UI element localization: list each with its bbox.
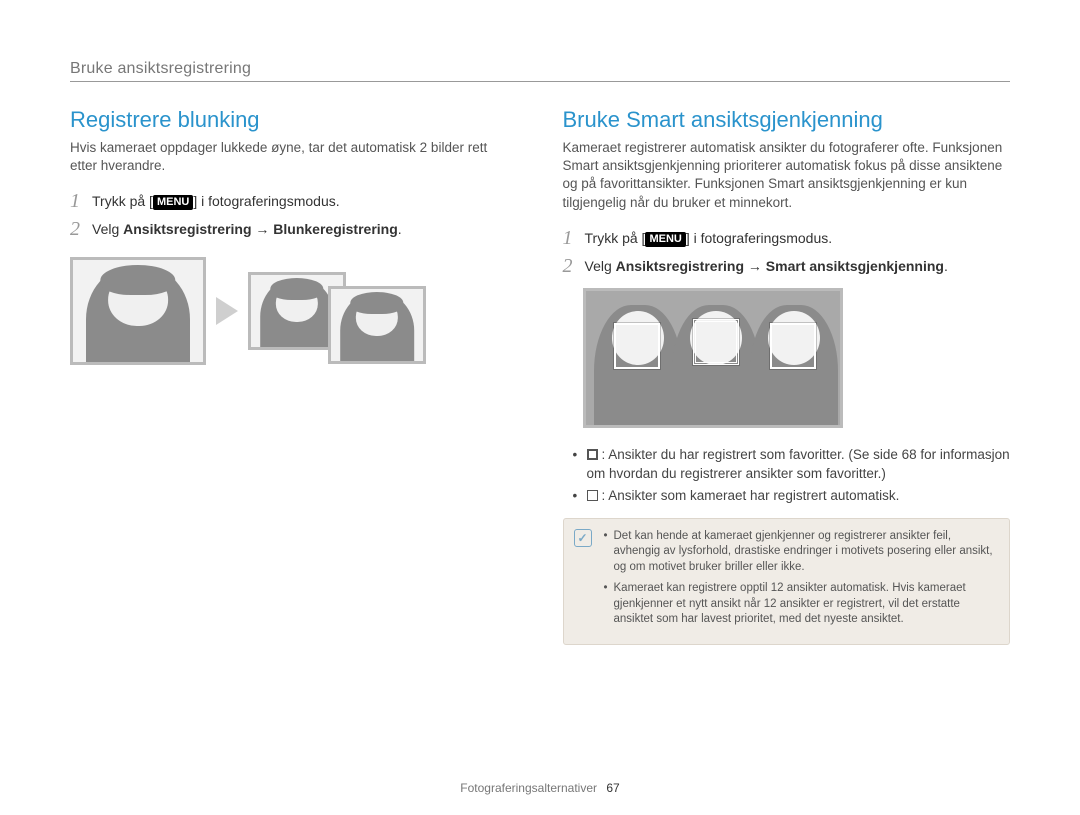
legend-item-favorite: : Ansikter du har registrert som favorit…	[587, 446, 1011, 484]
photo-frame-large	[70, 257, 206, 365]
note-item: Det kan hende at kameraet gjenkjenner og…	[604, 529, 998, 576]
left-heading: Registrere blunking	[70, 107, 518, 133]
right-step-2: 2 Velg Ansiktsregistrering → Smart ansik…	[563, 256, 1011, 276]
menu-badge: MENU	[645, 232, 685, 247]
step-number: 2	[563, 256, 577, 276]
legend-text: : Ansikter som kameraet har registrert a…	[602, 488, 900, 503]
right-step-1: 1 Trykk på [MENU] i fotograferingsmodus.	[563, 228, 1011, 248]
step-text: .	[398, 221, 402, 237]
step-text: Trykk på [	[92, 193, 153, 209]
right-heading: Bruke Smart ansiktsgjenkjenning	[563, 107, 1011, 133]
blink-illustration	[70, 257, 518, 365]
arrow-right-icon	[216, 297, 238, 325]
left-desc: Hvis kameraet oppdager lukkede øyne, tar…	[70, 139, 518, 175]
note-icon: ✓	[574, 529, 592, 547]
step-text: ] i fotograferingsmodus.	[686, 230, 832, 246]
legend-list: : Ansikter du har registrert som favorit…	[563, 446, 1011, 506]
step-number: 2	[70, 219, 84, 239]
step-bold: Ansiktsregistrering → Blunkeregistrering	[123, 221, 398, 237]
page-footer: Fotograferingsalternativer 67	[0, 781, 1080, 795]
favorite-face-box-icon	[693, 319, 739, 365]
step-number: 1	[70, 191, 84, 211]
page-number: 67	[606, 781, 619, 795]
auto-face-box-icon	[587, 490, 598, 501]
right-column: Bruke Smart ansiktsgjenkjenning Kameraet…	[563, 107, 1011, 645]
step-number: 1	[563, 228, 577, 248]
left-step-1: 1 Trykk på [MENU] i fotograferingsmodus.	[70, 191, 518, 211]
legend-text: : Ansikter du har registrert som favorit…	[587, 447, 1010, 481]
auto-face-box-icon	[770, 323, 816, 369]
legend-item-auto: : Ansikter som kameraet har registrert a…	[587, 487, 1011, 506]
left-step-2: 2 Velg Ansiktsregistrering → Blunkeregis…	[70, 219, 518, 239]
note-item: Kameraet kan registrere opptil 12 ansikt…	[604, 581, 998, 628]
step-text: ] i fotograferingsmodus.	[193, 193, 339, 209]
menu-badge: MENU	[153, 195, 193, 210]
right-desc: Kameraet registrerer automatisk ansikter…	[563, 139, 1011, 212]
step-text: Trykk på [	[585, 230, 646, 246]
auto-face-box-icon	[614, 323, 660, 369]
note-box: ✓ Det kan hende at kameraet gjenkjenner …	[563, 518, 1011, 645]
smart-face-illustration	[583, 288, 843, 428]
step-text: Velg	[92, 221, 123, 237]
left-column: Registrere blunking Hvis kameraet oppdag…	[70, 107, 518, 645]
step-text: Velg	[585, 258, 616, 274]
breadcrumb: Bruke ansiktsregistrering	[70, 60, 1010, 82]
footer-section: Fotograferingsalternativer	[460, 781, 597, 795]
photo-frame-small	[328, 286, 426, 364]
step-text: .	[944, 258, 948, 274]
favorite-face-box-icon	[587, 449, 598, 460]
step-bold: Ansiktsregistrering → Smart ansiktsgjenk…	[616, 258, 944, 274]
